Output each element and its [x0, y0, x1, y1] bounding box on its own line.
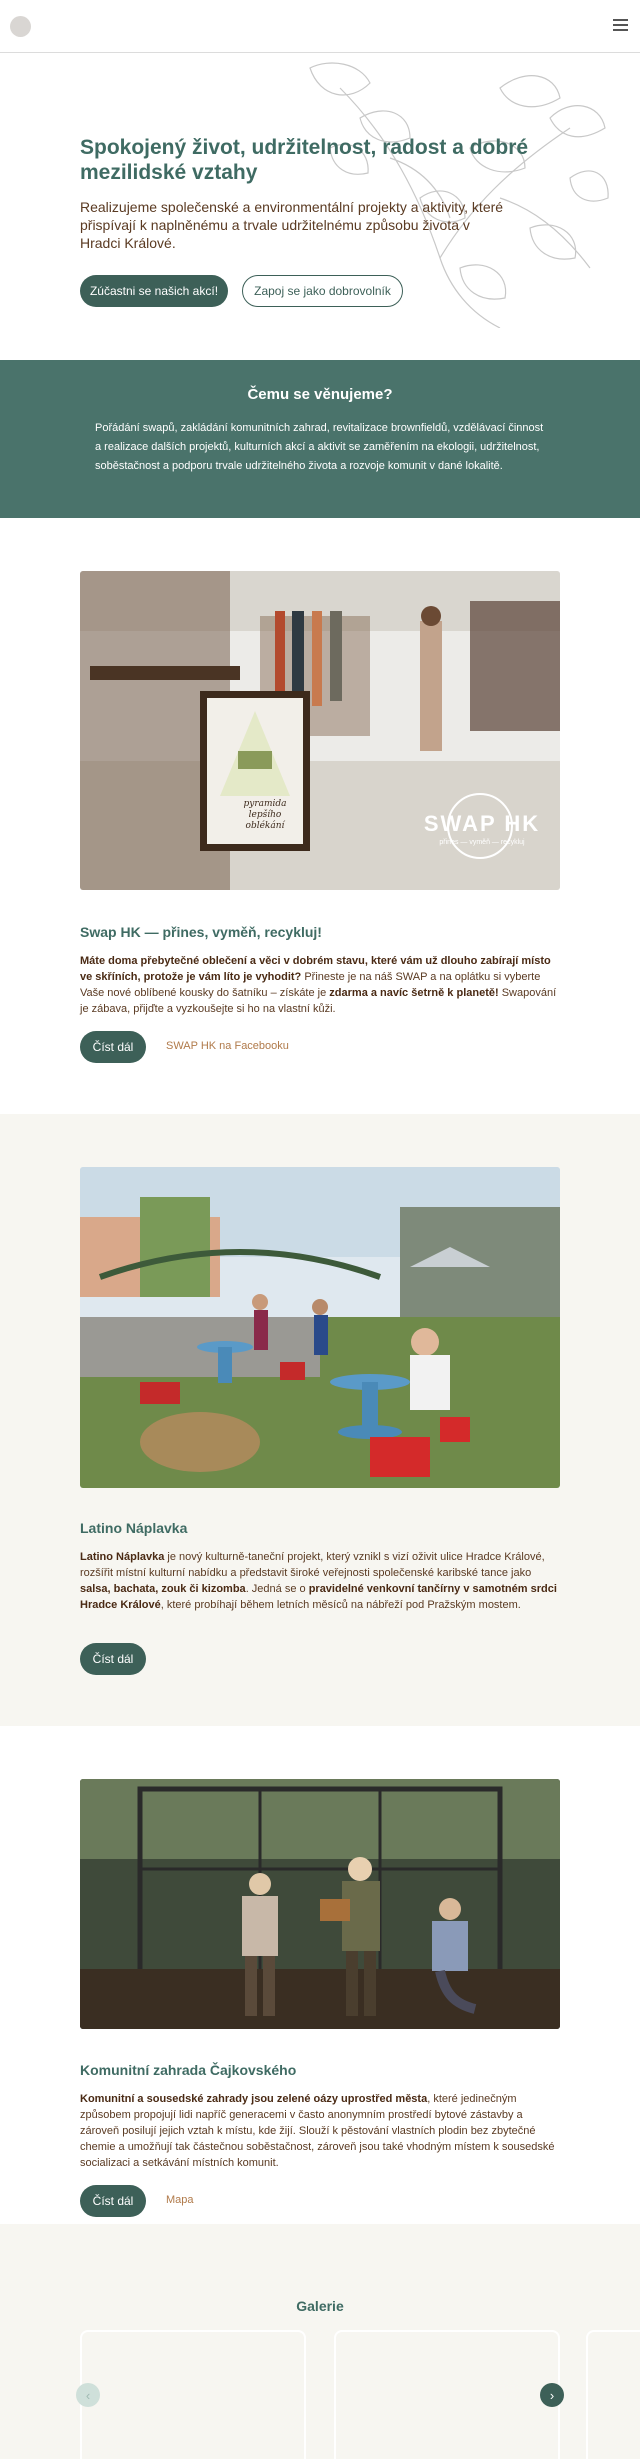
swap-facebook-link[interactable]: SWAP HK na Facebooku: [166, 1040, 289, 1052]
hero-description: Realizujeme společenské a environmentáln…: [80, 199, 504, 251]
join-events-button[interactable]: Zúčastni se našich akcí!: [80, 275, 228, 307]
hero-section: Spokojený život, udržitelnost, radost a …: [0, 53, 640, 360]
garden-title: Komunitní zahrada Čajkovského: [80, 2062, 297, 2078]
focus-description: Pořádání swapů, zakládání komunitních za…: [95, 422, 544, 472]
garden-photo: [80, 1779, 560, 2029]
volunteer-button[interactable]: Zapoj se jako dobrovolník: [242, 275, 403, 307]
swap-title: Swap HK — přines, vyměň, recykluj!: [80, 924, 322, 940]
swap-description: Máte doma přebytečné oblečení a věci v d…: [80, 953, 560, 1017]
garden-section: Komunitní zahrada Čajkovského Komunitní …: [0, 1726, 640, 2224]
naplavka-photo: [80, 1167, 560, 1488]
swap-section: pyramida lepšího oblékání SWAP HK přines…: [0, 518, 640, 1114]
naplavka-section: Latino Náplavka Latino Náplavka je nový …: [0, 1114, 640, 1726]
swap-photo-logo: SWAP HK: [423, 811, 541, 836]
focus-section: Čemu se věnujeme? Pořádání swapů, zaklád…: [0, 360, 640, 518]
naplavka-text-bold-1: Latino Náplavka: [80, 1551, 165, 1563]
naplavka-description: Latino Náplavka je nový kulturně-taneční…: [80, 1549, 560, 1613]
gallery-card[interactable]: [80, 2330, 306, 2459]
logo[interactable]: [10, 16, 31, 37]
top-bar: [0, 0, 640, 53]
gallery-card[interactable]: [586, 2330, 640, 2459]
garden-text-bold-1: Komunitní a sousedské zahrady jsou zelen…: [80, 2093, 428, 2105]
naplavka-read-more-button[interactable]: Číst dál: [80, 1643, 146, 1675]
chevron-right-icon[interactable]: ›: [540, 2383, 564, 2407]
gallery-card[interactable]: [334, 2330, 560, 2459]
gallery-title: Galerie: [296, 2298, 344, 2314]
chevron-left-icon[interactable]: ‹: [76, 2383, 100, 2407]
garden-map-link[interactable]: Mapa: [166, 2194, 194, 2206]
swap-photo: pyramida lepšího oblékání SWAP HK přines…: [80, 571, 560, 890]
hero-title: Spokojený život, udržitelnost, radost a …: [80, 136, 529, 184]
pyramid-sign-text: pyramida lepšího oblékání: [243, 799, 287, 831]
garden-read-more-button[interactable]: Číst dál: [80, 2185, 146, 2217]
swap-photo-tagline: přines — vyměň — recykluj: [439, 839, 525, 846]
garden-description: Komunitní a sousedské zahrady jsou zelen…: [80, 2091, 560, 2171]
naplavka-text-bold-2: salsa, bachata, zouk či kizomba: [80, 1583, 246, 1595]
naplavka-title: Latino Náplavka: [80, 1520, 188, 1536]
swap-read-more-button[interactable]: Číst dál: [80, 1031, 146, 1063]
menu-icon[interactable]: [613, 19, 628, 33]
naplavka-text-3: , které probíhají během letních měsíců n…: [160, 1599, 521, 1611]
naplavka-text-2: . Jedná se o: [245, 1583, 309, 1595]
swap-text-bold-2: zdarma a navíc šetrně k planetě!: [329, 987, 499, 999]
focus-title: Čemu se věnujeme?: [247, 386, 393, 403]
